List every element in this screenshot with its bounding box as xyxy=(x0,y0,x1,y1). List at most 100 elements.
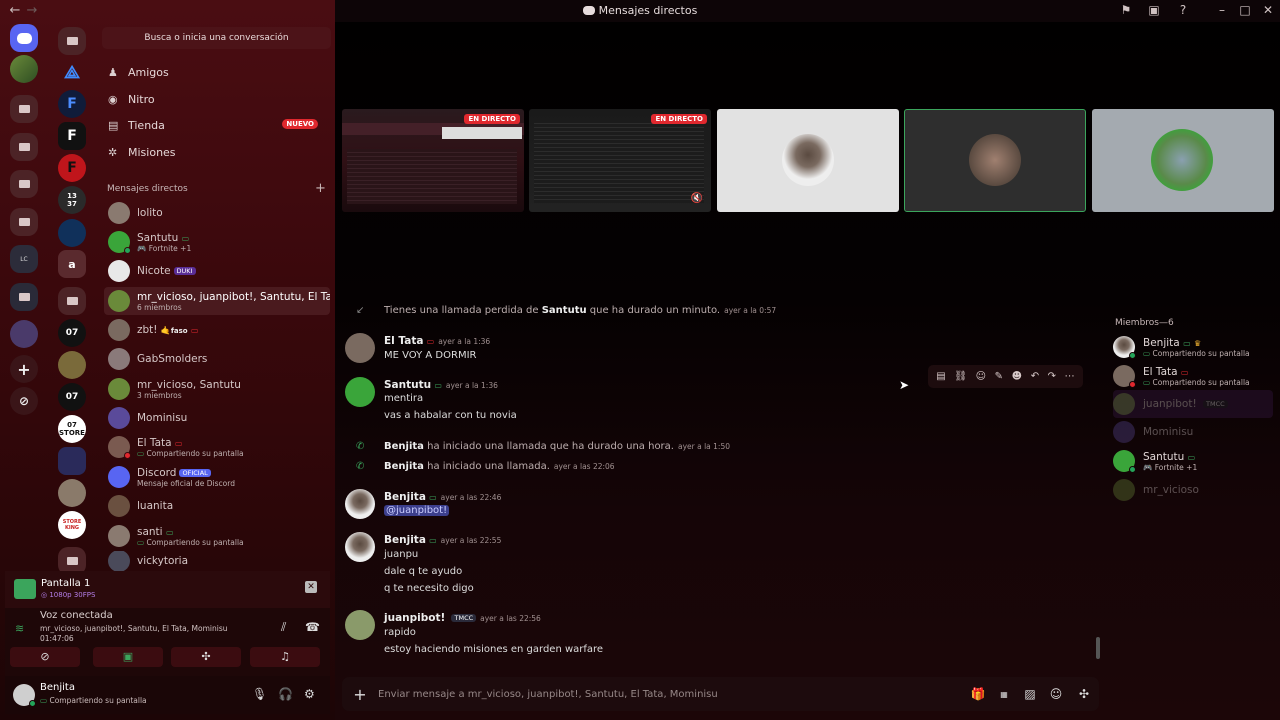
forward-icon[interactable]: ↷ xyxy=(1048,371,1056,382)
search-button[interactable]: Busca o inicia una conversación xyxy=(102,27,331,49)
screen-share-button[interactable]: ▣ xyxy=(93,647,163,667)
participant-tile-speaking[interactable] xyxy=(904,109,1086,212)
dm-item[interactable]: GabSmolders xyxy=(104,345,330,373)
member-item[interactable]: El Tata ▭ ▭ Compartiendo su pantalla xyxy=(1113,362,1278,390)
server-07-icon[interactable]: 07 xyxy=(58,383,86,411)
disconnect-icon[interactable]: ☎ xyxy=(305,620,320,634)
dm-item-selected[interactable]: mr_vicioso, juanpibot!, Santutu, El Tat.… xyxy=(104,287,330,315)
server-icon[interactable]: 13 37 xyxy=(58,186,86,214)
folder-icon[interactable] xyxy=(10,170,38,198)
discover-icon[interactable]: ⊘ xyxy=(10,387,38,415)
server-f-icon[interactable]: F xyxy=(58,122,86,150)
signal-icon[interactable]: ≋ xyxy=(15,622,24,635)
dm-item[interactable]: Discord OFICIAL Mensaje oficial de Discord xyxy=(104,463,330,491)
headphones-icon[interactable]: 🎧 xyxy=(278,687,293,701)
emoji-icon[interactable]: ☻ xyxy=(1012,371,1022,382)
member-item[interactable]: mr_vicioso xyxy=(1113,476,1278,504)
settings-gear-icon[interactable]: ⚙ xyxy=(304,687,315,701)
reply-icon[interactable]: ↶ xyxy=(1031,371,1039,382)
folder-icon[interactable] xyxy=(58,287,86,315)
nav-nitro[interactable]: ◉ Nitro xyxy=(108,88,328,110)
participant-tile[interactable] xyxy=(1092,109,1274,212)
dm-item[interactable]: El Tata ▭ ▭ Compartiendo su pantalla xyxy=(104,433,330,461)
folder-icon[interactable] xyxy=(10,133,38,161)
nav-quests[interactable]: ✲ Misiones xyxy=(108,141,328,163)
server-icon[interactable] xyxy=(58,351,86,379)
gift-icon[interactable]: 🎁 xyxy=(965,687,991,701)
add-server-icon[interactable]: + xyxy=(10,355,38,383)
add-reaction-icon[interactable]: ☺ xyxy=(976,371,986,382)
discord-home-icon[interactable] xyxy=(10,24,38,52)
minimize-icon[interactable]: – xyxy=(1214,3,1230,19)
member-item[interactable]: Benjita ▭ ♛ ▭ Compartiendo su pantalla xyxy=(1113,333,1278,361)
server-f-icon[interactable]: F xyxy=(58,154,86,182)
emoji-icon[interactable]: ☺ xyxy=(1043,687,1069,701)
folder-icon[interactable] xyxy=(10,208,38,236)
dm-item[interactable]: luanita xyxy=(104,492,330,520)
folder-icon[interactable] xyxy=(58,447,86,475)
chat-scrollbar[interactable] xyxy=(1096,637,1100,659)
avatar[interactable] xyxy=(345,377,375,407)
server-icon[interactable] xyxy=(10,320,38,348)
avatar[interactable] xyxy=(13,684,36,707)
server-a-icon[interactable]: a xyxy=(58,250,86,278)
dm-item[interactable]: Santutu ▭ 🎮 Fortnite +1 xyxy=(104,228,330,256)
server-07-icon[interactable]: 07 xyxy=(58,319,86,347)
server-icon[interactable] xyxy=(58,479,86,507)
message-input-bar: + Enviar mensaje a mr_vicioso, juanpibot… xyxy=(342,677,1099,711)
user-mention[interactable]: @juanpibot! xyxy=(384,505,450,516)
stream-tile[interactable]: EN DIRECTO 🔇 xyxy=(529,109,711,212)
avatar[interactable] xyxy=(345,489,375,519)
member-item[interactable]: Santutu ▭ 🎮 Fortnite +1 xyxy=(1113,447,1278,475)
folder-icon[interactable] xyxy=(10,95,38,123)
dm-item[interactable]: lolito xyxy=(104,199,330,227)
app-icon[interactable]: ▤ xyxy=(936,371,945,382)
folder-icon[interactable]: LC xyxy=(10,245,38,273)
dm-item[interactable]: mr_vicioso, Santutu 3 miembros xyxy=(104,375,330,403)
link-icon[interactable]: ⛓ xyxy=(954,371,967,382)
avatar[interactable] xyxy=(345,333,375,363)
message-input[interactable]: Enviar mensaje a mr_vicioso, juanpibot!,… xyxy=(378,689,965,700)
avatar[interactable] xyxy=(345,532,375,562)
participant-tile[interactable] xyxy=(717,109,899,212)
noise-suppression-icon[interactable]: ⫽ xyxy=(281,620,286,635)
new-dm-plus-icon[interactable]: + xyxy=(315,181,326,196)
dm-item[interactable]: Nicote DUKI xyxy=(104,257,330,285)
inbox-icon[interactable]: ▣ xyxy=(1146,3,1162,19)
camera-off-button[interactable]: ⊘ xyxy=(10,647,80,667)
more-icon[interactable]: ⋯ xyxy=(1065,371,1075,382)
stream-tile[interactable]: EN DIRECTO xyxy=(342,109,524,212)
nav-store[interactable]: ▤ Tienda NUEVO xyxy=(108,114,328,136)
stop-stream-icon[interactable]: ✕ xyxy=(305,581,317,593)
maximize-icon[interactable]: □ xyxy=(1237,3,1253,19)
activities-button[interactable]: ✣ xyxy=(171,647,241,667)
server-store-king-icon[interactable]: STORE KING xyxy=(58,511,86,539)
muted-speaker-icon[interactable]: 🔇 xyxy=(691,193,703,204)
member-item[interactable]: juanpibot! TMCC xyxy=(1113,390,1273,418)
close-window-icon[interactable]: ✕ xyxy=(1260,3,1276,19)
folder-icon[interactable] xyxy=(58,27,86,55)
dm-item[interactable]: Mominisu xyxy=(104,404,330,432)
pin-icon[interactable]: ✎ xyxy=(995,371,1003,382)
server-icon[interactable]: ⟁ xyxy=(58,58,86,86)
folder-icon[interactable] xyxy=(10,283,38,311)
server-avatar-icon[interactable] xyxy=(10,55,38,83)
dm-item[interactable]: vickytoria xyxy=(104,551,330,571)
apps-icon[interactable]: ✣ xyxy=(1069,687,1099,701)
nav-friends[interactable]: ♟ Amigos xyxy=(108,61,328,83)
soundboard-button[interactable]: ♫ xyxy=(250,647,320,667)
member-item[interactable]: Mominisu xyxy=(1113,418,1278,446)
microphone-icon[interactable]: 🎙 xyxy=(252,687,267,701)
server-icon[interactable] xyxy=(58,219,86,247)
inbox-flag-icon[interactable]: ⚑ xyxy=(1118,3,1134,19)
server-07-store-icon[interactable]: 07 STORE xyxy=(58,415,86,443)
help-icon[interactable]: ? xyxy=(1175,3,1191,19)
dm-item[interactable]: zbt! 🤙faso ▭ xyxy=(104,316,330,344)
message-header: juanpibot! TMCC ayer a las 22:56 xyxy=(384,612,541,624)
server-f-icon[interactable]: F xyxy=(58,90,86,118)
sticker-icon[interactable]: ▨ xyxy=(1017,687,1043,701)
dm-item[interactable]: santi ▭ ▭ Compartiendo su pantalla xyxy=(104,522,330,550)
avatar[interactable] xyxy=(345,610,375,640)
add-attachment-icon[interactable]: + xyxy=(342,685,378,704)
gif-icon[interactable]: ▦ xyxy=(991,690,1017,699)
